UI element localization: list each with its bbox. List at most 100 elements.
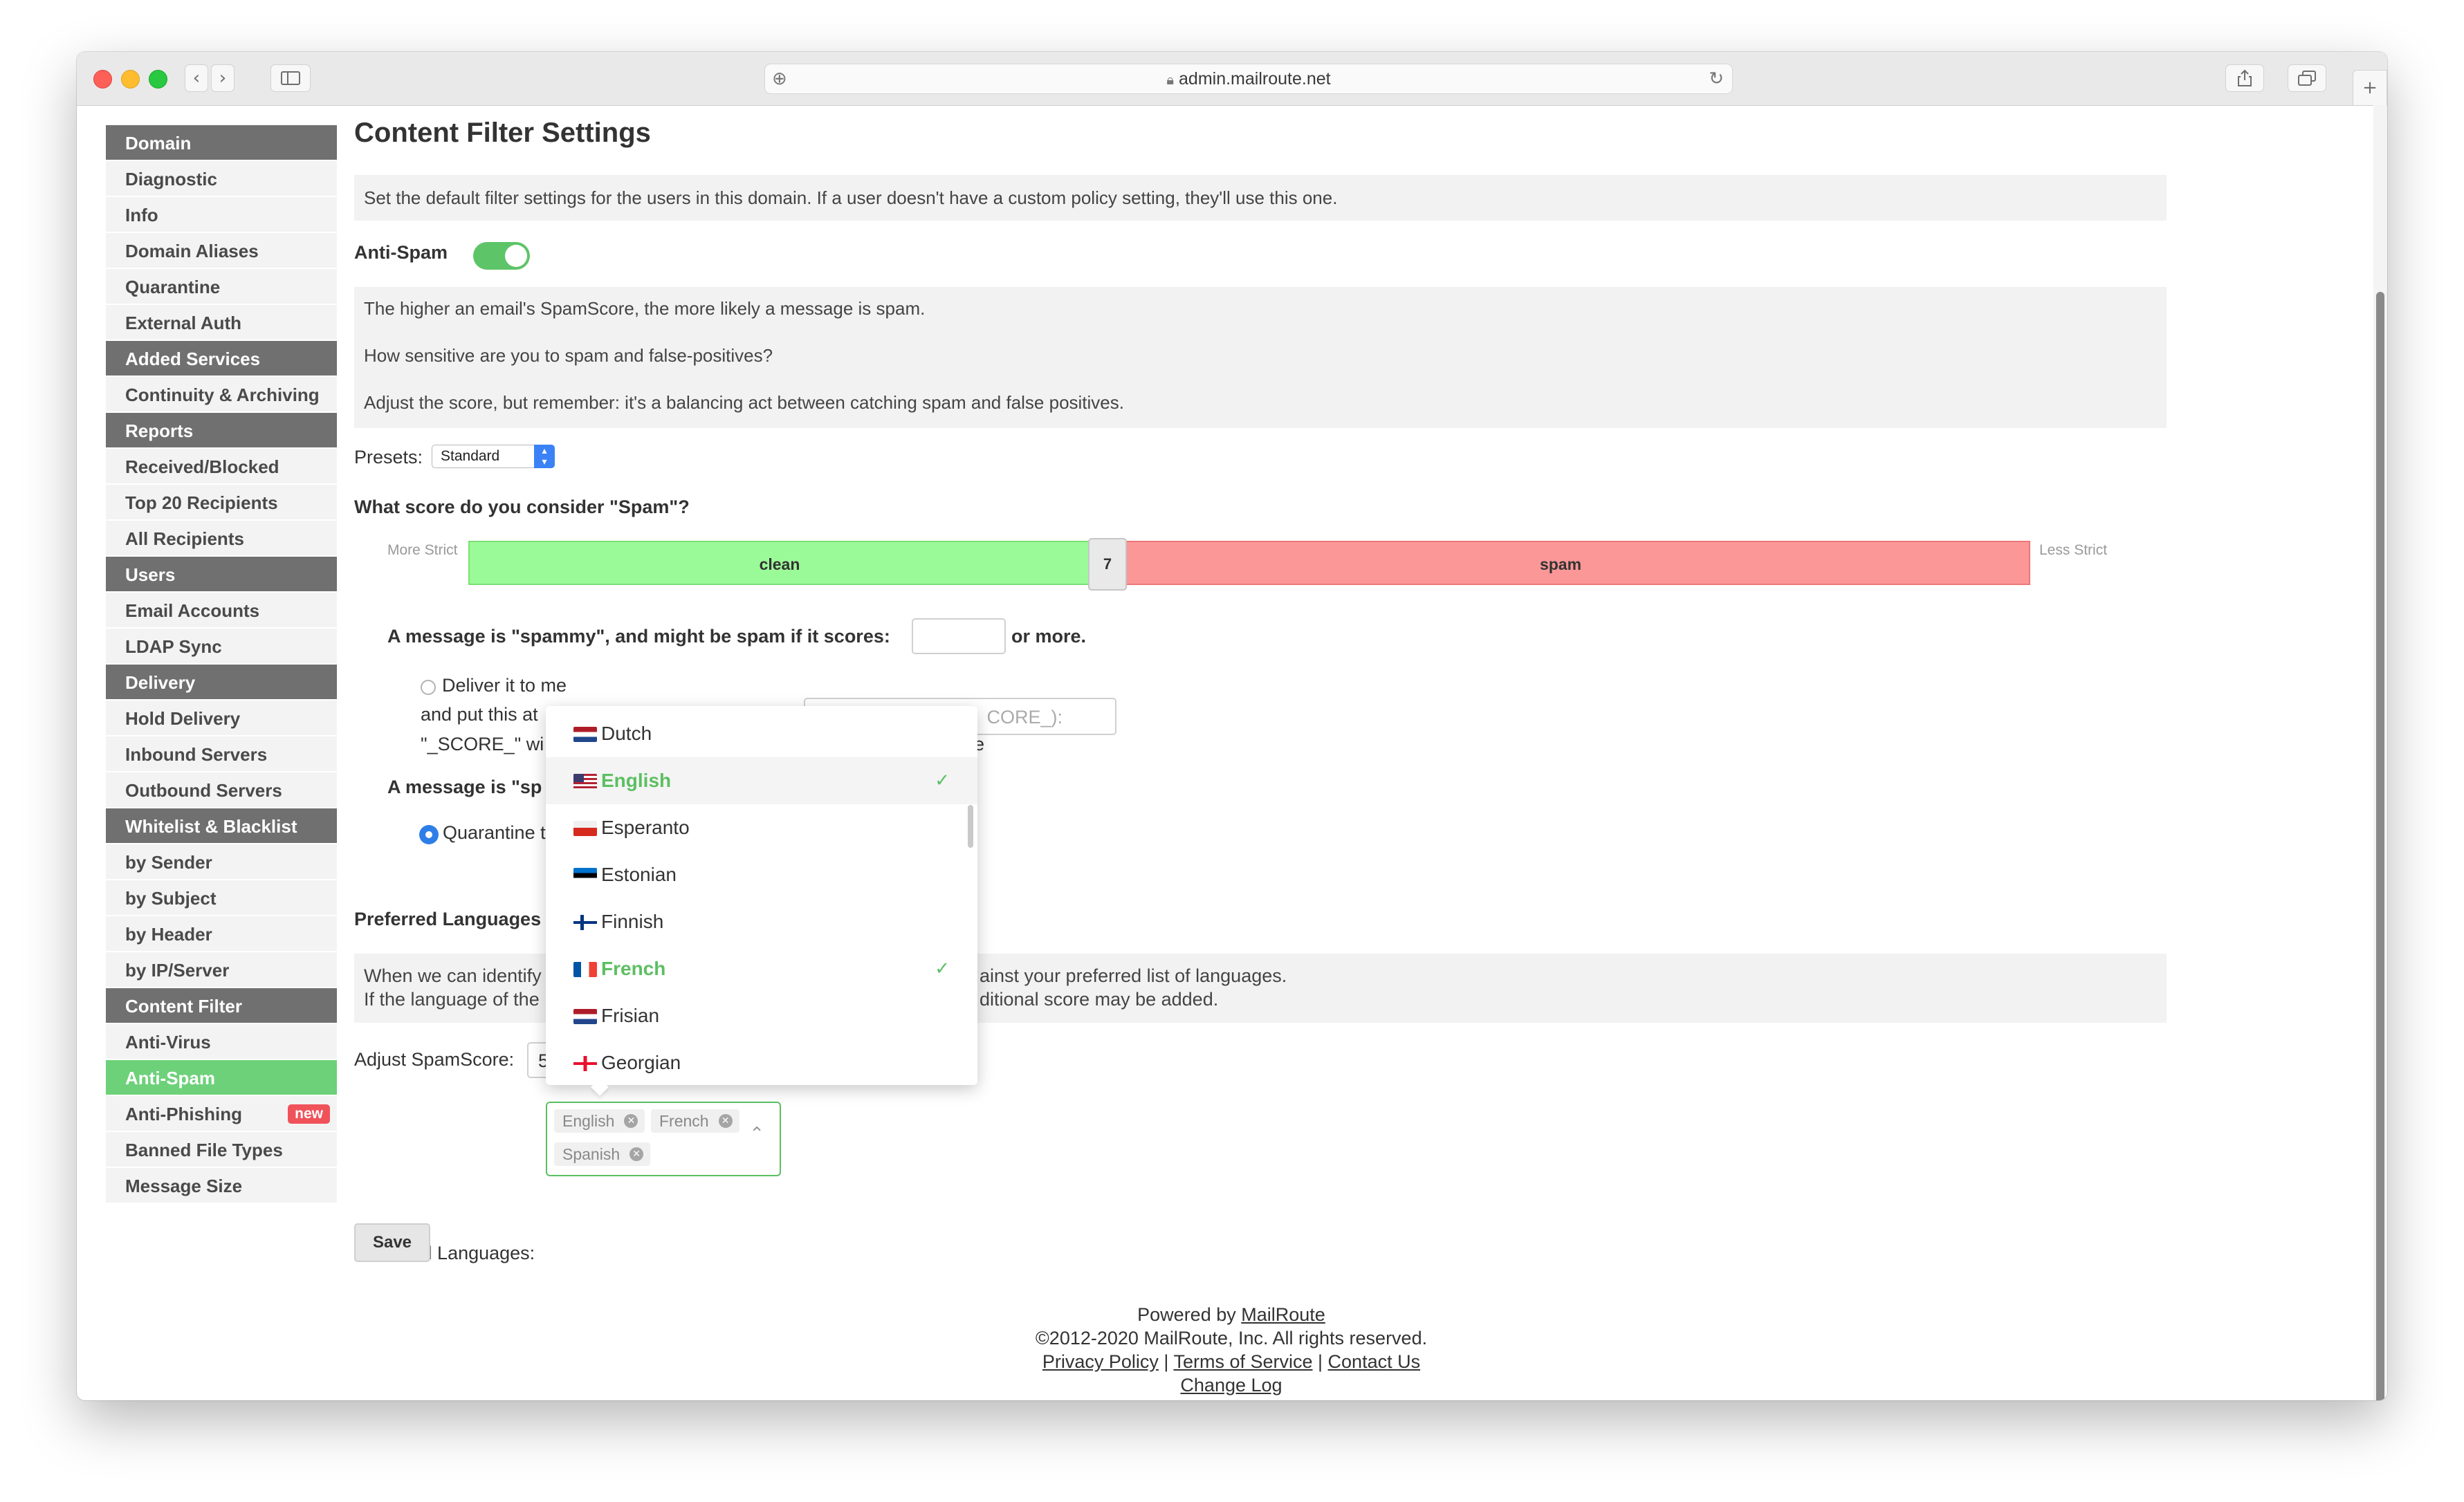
new-tab-button[interactable]: +: [2353, 70, 2387, 105]
sidebar-section-added-services: Added Services: [106, 341, 337, 377]
flag-icon: [573, 962, 597, 977]
sidebar-item-by-sender[interactable]: by Sender: [106, 844, 337, 880]
sidebar-item-label: Received/Blocked: [125, 456, 279, 477]
sidebar-item-anti-spam[interactable]: Anti-Spam: [106, 1060, 337, 1096]
language-option[interactable]: Georgian: [546, 1039, 977, 1085]
forward-button[interactable]: ›: [211, 64, 235, 92]
info-line-2: How sensitive are you to spam and false-…: [364, 345, 773, 366]
sidebar-item-inbound-servers[interactable]: Inbound Servers: [106, 736, 337, 772]
terms-of-service-link[interactable]: Terms of Service: [1173, 1351, 1312, 1372]
antispam-toggle[interactable]: [473, 242, 530, 270]
sidebar-item-domain-aliases[interactable]: Domain Aliases: [106, 233, 337, 269]
mailroute-link[interactable]: MailRoute: [1241, 1304, 1325, 1325]
sidebar-item-label: Message Size: [125, 1176, 243, 1196]
sidebar-item-external-auth[interactable]: External Auth: [106, 305, 337, 341]
sidebar-item-label: Outbound Servers: [125, 780, 282, 801]
save-button[interactable]: Save: [354, 1223, 430, 1262]
slider-spam-range: spam: [1091, 541, 2030, 585]
language-option[interactable]: Dutch: [546, 710, 977, 757]
chevron-up-icon[interactable]: ⌃: [749, 1124, 764, 1144]
sidebar-item-anti-virus[interactable]: Anti-Virus: [106, 1024, 337, 1060]
sidebar-item-all-recipients[interactable]: All Recipients: [106, 521, 337, 557]
sidebar-item-received-blocked[interactable]: Received/Blocked: [106, 449, 337, 485]
lang-info-line2-end: ditional score may be added.: [980, 989, 1219, 1010]
language-tag-label: English: [562, 1112, 615, 1130]
spam-score-slider[interactable]: clean spam 7: [468, 538, 2030, 591]
minimize-window-button[interactable]: [121, 70, 140, 89]
zoom-window-button[interactable]: [149, 70, 167, 89]
sidebar-section-whitelist-blacklist: Whitelist & Blacklist: [106, 808, 337, 844]
sidebar-item-quarantine[interactable]: Quarantine: [106, 269, 337, 305]
language-option[interactable]: English ✓: [546, 757, 977, 804]
language-tag: French ✕: [651, 1109, 739, 1133]
copyright: ©2012-2020 MailRoute, Inc. All rights re…: [1035, 1328, 1428, 1348]
page-title: Content Filter Settings: [354, 118, 651, 148]
sidebar-item-top-20-recipients[interactable]: Top 20 Recipients: [106, 485, 337, 521]
preferred-languages-heading: Preferred Languages: [354, 909, 542, 929]
flag-icon: [573, 868, 597, 883]
reload-icon[interactable]: ↻: [1709, 64, 1724, 93]
preferred-languages-select[interactable]: English ✕ French ✕ Spanish ✕ ⌃: [546, 1102, 781, 1176]
sidebar-item-banned-file-types[interactable]: Banned File Types: [106, 1132, 337, 1168]
tabs-icon: [2298, 71, 2316, 86]
language-option[interactable]: Esperanto: [546, 804, 977, 851]
deliver-radio[interactable]: [421, 680, 436, 695]
contact-us-link[interactable]: Contact Us: [1328, 1351, 1421, 1372]
sidebar-item-diagnostic[interactable]: Diagnostic: [106, 161, 337, 197]
sidebar-item-label: Whitelist & Blacklist: [125, 816, 297, 837]
spammy-score-input[interactable]: [912, 618, 1006, 654]
tabs-overview-button[interactable]: [2288, 64, 2326, 92]
flag-icon: [573, 727, 597, 742]
sidebar-item-label: Banned File Types: [125, 1140, 283, 1160]
spammy-label: A message is "spammy", and might be spam…: [387, 626, 890, 647]
slider-handle[interactable]: 7: [1088, 538, 1127, 591]
sidebar-item-label: Anti-Phishing: [125, 1104, 242, 1124]
sidebar-item-message-size[interactable]: Message Size: [106, 1168, 337, 1204]
address-bar[interactable]: ⊕ 🔒︎ admin.mailroute.net ↻: [764, 64, 1733, 94]
sidebar-toggle-button[interactable]: [270, 64, 311, 92]
presets-select[interactable]: Standard ▴ ▾: [432, 445, 555, 468]
share-button[interactable]: [2225, 64, 2264, 92]
sidebar-item-label: by Header: [125, 924, 212, 945]
plus-icon: +: [2362, 77, 2378, 98]
url-text: 🔒︎ admin.mailroute.net: [765, 64, 1732, 94]
remove-tag-icon[interactable]: ✕: [718, 1114, 733, 1128]
language-tag-label: French: [659, 1112, 709, 1130]
sidebar-item-continuity-archiving[interactable]: Continuity & Archiving: [106, 377, 337, 413]
sidebar-item-outbound-servers[interactable]: Outbound Servers: [106, 772, 337, 808]
remove-tag-icon[interactable]: ✕: [629, 1147, 644, 1161]
sidebar-item-email-accounts[interactable]: Email Accounts: [106, 593, 337, 629]
page-scrollbar[interactable]: [2373, 105, 2387, 1400]
share-icon: [2238, 69, 2252, 86]
sidebar-item-by-header[interactable]: by Header: [106, 916, 337, 952]
change-log-link[interactable]: Change Log: [1180, 1375, 1282, 1396]
spam-action-label: A message is "sp: [387, 777, 542, 797]
language-option[interactable]: Frisian: [546, 992, 977, 1039]
sidebar-item-hold-delivery[interactable]: Hold Delivery: [106, 701, 337, 736]
remove-tag-icon[interactable]: ✕: [624, 1114, 638, 1128]
scroll-thumb[interactable]: [2376, 292, 2384, 1400]
back-button[interactable]: ‹: [185, 64, 208, 92]
more-strict-label: More Strict: [387, 542, 458, 558]
quarantine-radio[interactable]: [419, 825, 439, 844]
spamscore-info-box: The higher an email's SpamScore, the mor…: [354, 287, 2167, 428]
language-option[interactable]: French ✓: [546, 945, 977, 992]
sidebar-item-info[interactable]: Info: [106, 197, 337, 233]
sidebar-item-label: Content Filter: [125, 996, 242, 1017]
flag-icon: [573, 1056, 597, 1071]
privacy-policy-link[interactable]: Privacy Policy: [1042, 1351, 1159, 1372]
language-option[interactable]: Estonian: [546, 851, 977, 898]
lang-info-line1-start: When we can identify: [364, 965, 542, 986]
sidebar-item-ldap-sync[interactable]: LDAP Sync: [106, 629, 337, 665]
language-option-label: French: [601, 958, 666, 979]
sidebar-item-label: External Auth: [125, 313, 242, 333]
lock-icon: 🔒︎: [1166, 71, 1175, 88]
sidebar-item-label: Info: [125, 205, 158, 225]
sidebar-item-anti-phishing[interactable]: Anti-Phishing new: [106, 1096, 337, 1132]
sidebar-item-by-subject[interactable]: by Subject: [106, 880, 337, 916]
language-option-label: Frisian: [601, 1005, 660, 1026]
language-option[interactable]: Finnish: [546, 898, 977, 945]
close-window-button[interactable]: [93, 70, 112, 89]
language-option-label: Finnish: [601, 911, 664, 932]
sidebar-item-by-ip-server[interactable]: by IP/Server: [106, 952, 337, 988]
